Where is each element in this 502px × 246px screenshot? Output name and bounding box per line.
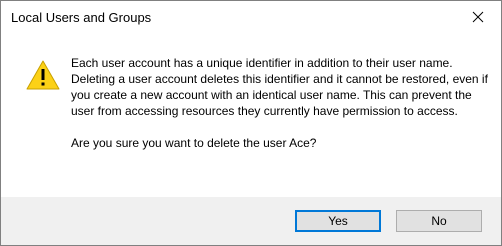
yes-button[interactable]: Yes bbox=[295, 210, 381, 232]
dialog-content: Each user account has a unique identifie… bbox=[1, 35, 501, 197]
confirmation-question: Are you sure you want to delete the user… bbox=[71, 136, 317, 150]
message-text: Each user account has a unique identifie… bbox=[71, 55, 491, 151]
close-icon bbox=[472, 11, 484, 23]
button-bar: Yes No bbox=[1, 197, 501, 245]
no-button[interactable]: No bbox=[396, 210, 482, 232]
confirm-delete-dialog: Local Users and Groups Each user account… bbox=[0, 0, 502, 246]
warning-icon bbox=[26, 60, 60, 90]
window-title: Local Users and Groups bbox=[11, 10, 152, 25]
close-button[interactable] bbox=[455, 1, 501, 33]
title-bar[interactable]: Local Users and Groups bbox=[1, 1, 501, 35]
warning-paragraph: Each user account has a unique identifie… bbox=[71, 56, 488, 118]
